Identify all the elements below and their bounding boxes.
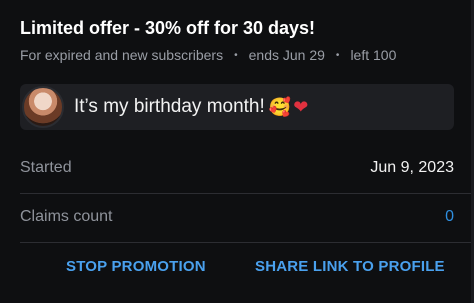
- promotion-card: Limited offer - 30% off for 30 days! For…: [0, 0, 474, 303]
- meta-separator: •: [335, 49, 340, 61]
- claims-count-link[interactable]: 0: [445, 208, 454, 226]
- offer-meta: For expired and new subscribers • ends J…: [20, 47, 396, 63]
- started-value: Jun 9, 2023: [370, 159, 454, 176]
- offer-remaining: left 100: [350, 47, 397, 63]
- offer-end-date: ends Jun 29: [248, 47, 325, 63]
- offer-audience: For expired and new subscribers: [20, 47, 224, 63]
- offer-title: Limited offer - 30% off for 30 days!: [20, 18, 316, 38]
- smiling-face-hearts-emoji: 🥰: [268, 96, 292, 118]
- share-link-button[interactable]: SHARE LINK TO PROFILE: [255, 258, 445, 275]
- claims-label: Claims count: [20, 208, 113, 225]
- promotion-message: It’s my birthday month! 🥰 ❤: [20, 84, 454, 130]
- started-label: Started: [20, 159, 72, 176]
- message-text: It’s my birthday month!: [74, 96, 265, 117]
- avatar: [22, 86, 64, 128]
- stop-promotion-button[interactable]: STOP PROMOTION: [66, 258, 206, 275]
- divider: [20, 242, 474, 243]
- claims-row: Claims count 0: [20, 194, 454, 240]
- action-bar: STOP PROMOTION SHARE LINK TO PROFILE: [0, 258, 474, 284]
- red-heart-emoji: ❤: [293, 96, 309, 118]
- meta-separator: •: [234, 49, 238, 61]
- started-row: Started Jun 9, 2023: [20, 145, 454, 191]
